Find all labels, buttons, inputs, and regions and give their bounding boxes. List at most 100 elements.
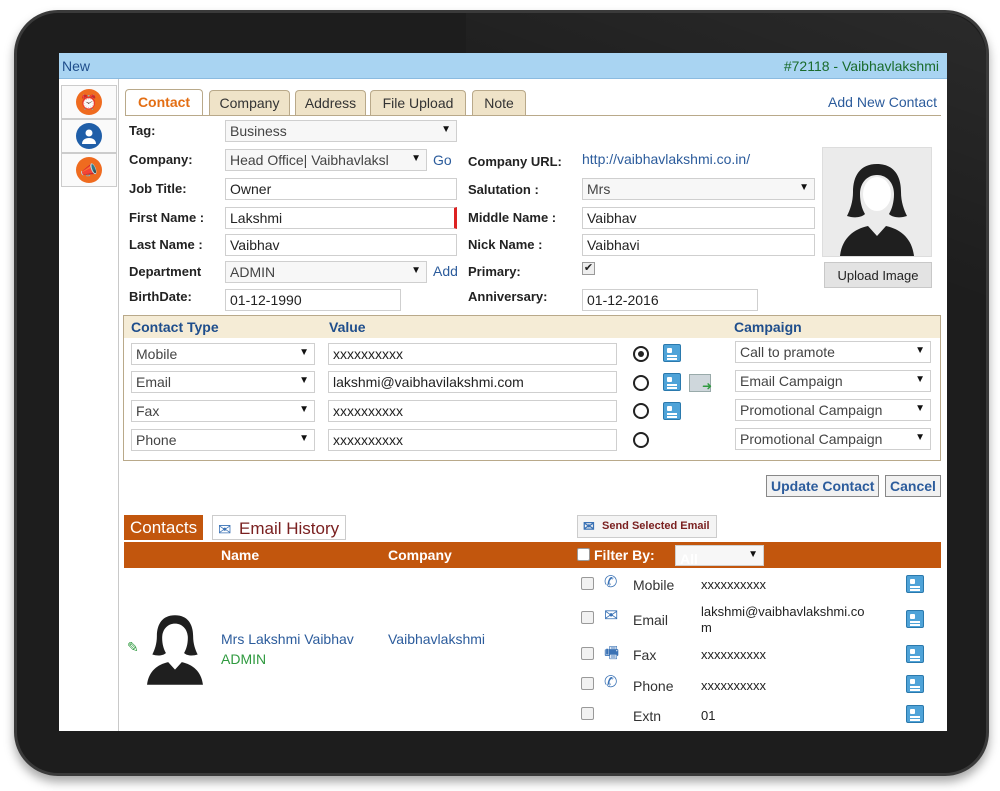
chevron-down-icon: ▼: [915, 432, 925, 443]
col-company: Company: [388, 547, 452, 563]
tab-address[interactable]: Address: [295, 90, 366, 116]
edit-pencil-icon[interactable]: ✎: [127, 639, 139, 656]
detail-checkbox[interactable]: [581, 577, 594, 590]
company-go-link[interactable]: Go: [433, 152, 452, 168]
email-icon: ✉: [583, 518, 595, 534]
salutation-label: Salutation :: [468, 182, 539, 197]
contact-company-link[interactable]: Vaibhavlakshmi: [388, 631, 485, 647]
contact-photo: [822, 147, 932, 257]
primary-radio[interactable]: [633, 432, 649, 448]
company-select[interactable]: Head Office| Vaibhavlaksl ▼: [225, 149, 427, 171]
notebook-icon[interactable]: [663, 344, 681, 362]
sidebar-item-contacts[interactable]: [61, 119, 117, 153]
middle-name-label: Middle Name :: [468, 210, 557, 225]
anniversary-input[interactable]: 01-12-2016: [582, 289, 758, 311]
tab-contact[interactable]: Contact: [125, 89, 203, 116]
filter-value: All: [680, 551, 698, 566]
phone-icon: ✆: [604, 674, 618, 691]
notebook-icon[interactable]: [906, 645, 924, 663]
user-icon: [76, 123, 102, 149]
cancel-button[interactable]: Cancel: [885, 475, 941, 497]
female-avatar-icon: [147, 615, 203, 685]
last-name-input[interactable]: Vaibhav: [225, 234, 457, 256]
contact-value-input[interactable]: xxxxxxxxxx: [328, 343, 617, 365]
contact-value-input[interactable]: xxxxxxxxxx: [328, 429, 617, 451]
contact-type-header: Contact Type Value Campaign: [124, 316, 940, 338]
primary-checkbox[interactable]: ✔: [582, 262, 595, 275]
tab-email-history[interactable]: ✉ Email History: [212, 515, 347, 540]
tab-company[interactable]: Company: [209, 90, 290, 116]
tab-contacts[interactable]: Contacts: [124, 515, 204, 540]
chevron-down-icon: ▼: [748, 549, 758, 560]
detail-checkbox[interactable]: [581, 707, 594, 720]
tab-email-history-label: Email History: [239, 519, 340, 538]
detail-value: xxxxxxxxxx: [701, 647, 766, 662]
notebook-icon[interactable]: [906, 575, 924, 593]
update-contact-button[interactable]: Update Contact: [766, 475, 880, 497]
filter-checkbox[interactable]: [577, 548, 590, 561]
contact-value-input[interactable]: xxxxxxxxxx: [328, 400, 617, 422]
detail-checkbox[interactable]: [581, 611, 594, 624]
filter-select[interactable]: All ▼: [675, 545, 764, 566]
company-url-link[interactable]: http://vaibhavlakshmi.co.in/: [582, 151, 750, 167]
tag-label: Tag:: [129, 123, 156, 138]
first-name-label: First Name :: [129, 210, 205, 225]
contact-type-value: Email: [136, 374, 172, 390]
company-value: Head Office| Vaibhavlaksl: [230, 152, 389, 168]
primary-label: Primary:: [468, 264, 521, 279]
chevron-down-icon: ▼: [915, 374, 925, 385]
fax-icon: 🖷: [604, 645, 620, 662]
detail-value: 01: [701, 708, 716, 723]
notebook-icon[interactable]: [906, 610, 924, 628]
contact-type-value: Phone: [136, 432, 177, 448]
contact-value-input[interactable]: lakshmi@vaibhavilakshmi.com: [328, 371, 617, 393]
chevron-down-icon: ▼: [411, 265, 421, 276]
upload-image-button[interactable]: Upload Image: [824, 262, 932, 288]
department-label: Department: [129, 264, 202, 279]
contact-type-select[interactable]: Phone ▼: [131, 429, 315, 451]
primary-radio[interactable]: [633, 375, 649, 391]
send-selected-email-button[interactable]: ✉ Send Selected Email: [577, 515, 717, 538]
tab-note[interactable]: Note: [472, 90, 526, 116]
chevron-down-icon: ▼: [915, 345, 925, 356]
nick-name-input[interactable]: Vaibhavi: [582, 234, 815, 256]
nick-name-label: Nick Name :: [468, 237, 543, 252]
campaign-select[interactable]: Promotional Campaign ▼: [735, 399, 931, 421]
department-add-link[interactable]: Add: [433, 263, 458, 279]
notebook-icon[interactable]: [906, 675, 924, 693]
contact-type-select[interactable]: Fax ▼: [131, 400, 315, 422]
salutation-select[interactable]: Mrs ▼: [582, 178, 815, 200]
middle-name-input[interactable]: Vaibhav: [582, 207, 815, 229]
department-select[interactable]: ADMIN ▼: [225, 261, 427, 283]
birthdate-input[interactable]: 01-12-1990: [225, 289, 401, 311]
notebook-icon[interactable]: [906, 705, 924, 723]
company-label: Company:: [129, 152, 193, 167]
detail-checkbox[interactable]: [581, 647, 594, 660]
col-name: Name: [221, 547, 260, 563]
primary-radio[interactable]: [633, 403, 649, 419]
job-title-input[interactable]: Owner: [225, 178, 457, 200]
add-new-contact-link[interactable]: Add New Contact: [828, 94, 937, 110]
contact-type-select[interactable]: Email ▼: [131, 371, 315, 393]
contact-name-link[interactable]: Mrs Lakshmi Vaibhav: [221, 631, 354, 647]
col-contact-type: Contact Type: [131, 319, 219, 335]
contact-type-select[interactable]: Mobile ▼: [131, 343, 315, 365]
first-name-input[interactable]: Lakshmi: [225, 207, 457, 229]
tag-select[interactable]: Business ▼: [225, 120, 457, 142]
detail-value: lakshmi@vaibhavlakshmi.co: [701, 604, 865, 619]
tab-file-upload[interactable]: File Upload: [370, 90, 466, 116]
campaign-select[interactable]: Call to pramote ▼: [735, 341, 931, 363]
send-email-icon[interactable]: [689, 374, 712, 393]
campaign-select[interactable]: Email Campaign ▼: [735, 370, 931, 392]
notebook-icon[interactable]: [663, 373, 681, 391]
campaign-select[interactable]: Promotional Campaign ▼: [735, 428, 931, 450]
detail-label: Email: [633, 612, 669, 628]
notebook-icon[interactable]: [663, 402, 681, 420]
chevron-down-icon: ▼: [299, 433, 309, 444]
detail-checkbox[interactable]: [581, 677, 594, 690]
chevron-down-icon: ▼: [411, 153, 421, 164]
primary-radio[interactable]: [633, 346, 649, 362]
sidebar-item-reminders[interactable]: ⏰: [61, 85, 117, 119]
sidebar-item-campaigns[interactable]: 📣: [61, 153, 117, 187]
detail-label: Extn: [633, 708, 662, 724]
